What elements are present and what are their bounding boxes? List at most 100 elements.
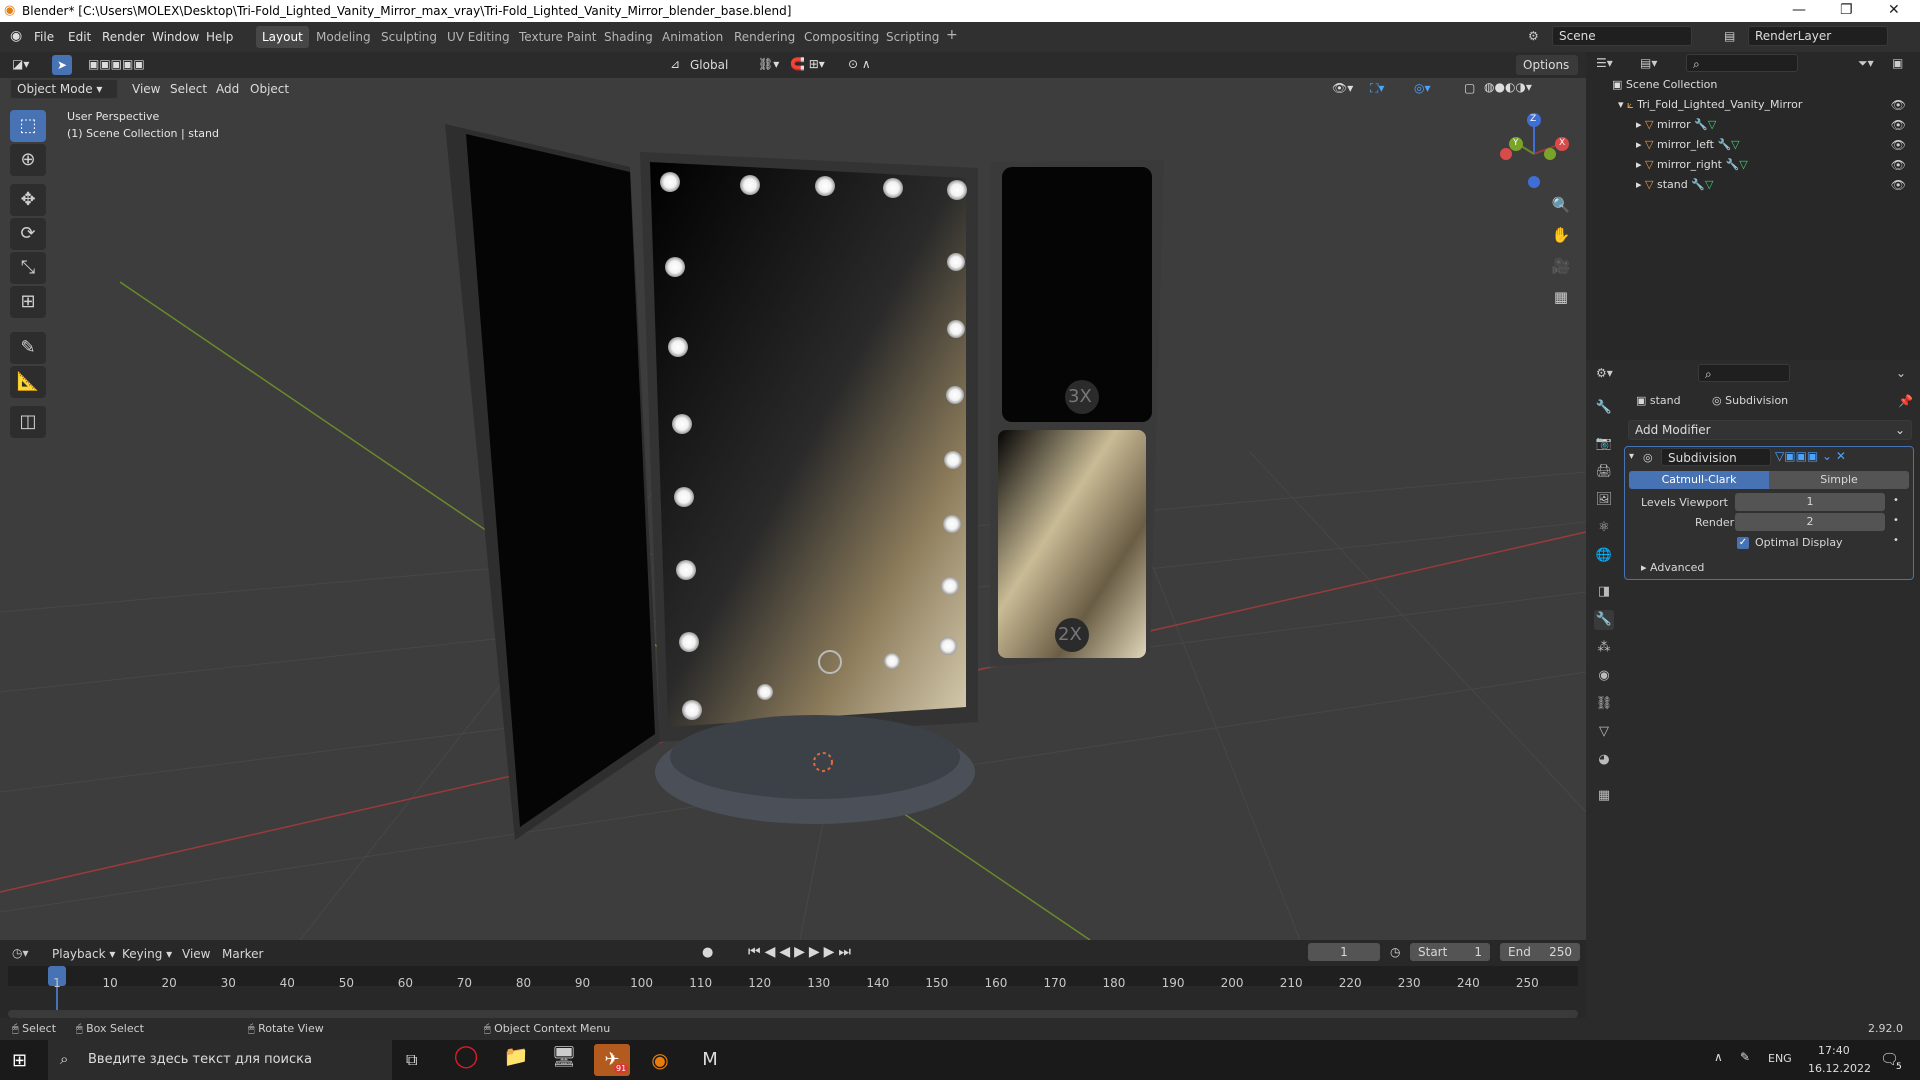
menu-window[interactable]: Window [152, 30, 199, 44]
add-workspace-icon[interactable]: + [946, 27, 958, 43]
properties-search[interactable]: ⌕ [1698, 364, 1790, 382]
taskbar-search-box[interactable]: ⌕ Введите здесь текст для поиска [48, 1040, 392, 1080]
start-frame-field[interactable]: Start 1 [1410, 943, 1490, 961]
menu-file[interactable]: File [34, 30, 54, 44]
annotate-tool[interactable]: ✎ [10, 332, 46, 364]
tab-compositing[interactable]: Compositing [804, 30, 879, 44]
eye-icon[interactable]: 👁 [1891, 178, 1906, 192]
collapse-icon[interactable]: ⌄ [1896, 366, 1906, 380]
timeline-scrollbar[interactable] [8, 1010, 1578, 1018]
pan-hand-icon[interactable]: ✋ [1548, 222, 1574, 248]
end-frame-field[interactable]: End 250 [1500, 943, 1580, 961]
constraints-tab-icon[interactable]: ⛓ [1594, 694, 1614, 714]
menu-select[interactable]: Select [170, 82, 207, 96]
overlay-toggle-icon[interactable]: ◎▾ [1414, 81, 1431, 95]
minimize-icon[interactable]: — [1792, 2, 1806, 18]
tab-layout[interactable]: Layout [256, 26, 309, 48]
tab-sculpting[interactable]: Sculpting [381, 30, 437, 44]
modifier-toggle-icons[interactable]: ▽▣▣▣ ⌄ ✕ [1775, 449, 1846, 463]
tool-tab-icon[interactable]: 🔧 [1594, 398, 1614, 418]
zoom-icon[interactable]: 🔍 [1548, 192, 1574, 218]
menu-timeline-view[interactable]: View [182, 947, 210, 961]
file-explorer-icon[interactable]: 📁 [498, 1044, 534, 1076]
object-tab-icon[interactable]: ◨ [1594, 582, 1614, 602]
select-mode-icon[interactable]: ➤ [52, 55, 72, 75]
clock-date[interactable]: 16.12.2022 [1808, 1062, 1871, 1075]
filter-icon[interactable]: ⏷▾ [1858, 56, 1874, 71]
tab-animation[interactable]: Animation [662, 30, 723, 44]
3d-viewport[interactable]: 3X 2X [0, 52, 1586, 940]
mode-dropdown[interactable]: Object Mode ▾ [10, 79, 118, 99]
gizmo-toggle-icon[interactable]: ⛶▾ [1370, 81, 1384, 96]
clock-time[interactable]: 17:40 [1818, 1044, 1850, 1057]
outliner-item-mirror-left[interactable]: ▸ ▽ mirror_left 🔧▽ [1636, 138, 1740, 151]
snap-icon[interactable]: 🧲 ⊞▾ [790, 57, 825, 71]
modifier-tab-icon[interactable]: 🔧 [1594, 610, 1614, 630]
outliner-search[interactable]: ⌕ [1686, 54, 1798, 72]
modifier-name-field[interactable]: Subdivision [1661, 448, 1771, 466]
tab-texture-paint[interactable]: Texture Paint [519, 30, 596, 44]
menu-marker[interactable]: Marker [222, 947, 263, 961]
physics-tab-icon[interactable]: ◉ [1594, 666, 1614, 686]
playback-controls[interactable]: ⏮◀◀▶▶▶⏭ [748, 944, 855, 960]
eye-icon[interactable]: 👁 [1891, 138, 1906, 152]
keyframe-dot-icon[interactable]: • [1893, 535, 1899, 546]
measure-tool[interactable]: 📐 [10, 366, 46, 398]
advanced-panel-toggle[interactable]: ▸ Advanced [1641, 561, 1704, 574]
tab-rendering[interactable]: Rendering [734, 30, 795, 44]
transform-tool[interactable]: ⊞ [10, 286, 46, 318]
render-tab-icon[interactable]: 📷 [1594, 434, 1614, 454]
blender-menu-icon[interactable]: ◉ [10, 28, 22, 44]
record-icon[interactable]: ● [702, 945, 713, 960]
simple-tab[interactable]: Simple [1769, 471, 1909, 489]
network-icon[interactable]: ✎ [1740, 1050, 1750, 1064]
menu-view[interactable]: View [132, 82, 160, 96]
grid-perspective-icon[interactable]: ▦ [1548, 284, 1574, 310]
keyframe-dot-icon[interactable]: • [1893, 515, 1899, 526]
tab-scripting[interactable]: Scripting [886, 30, 939, 44]
data-tab-icon[interactable]: ▽ [1594, 722, 1614, 742]
proportional-edit-icon[interactable]: ⊙ ∧ [848, 57, 871, 71]
menu-help[interactable]: Help [206, 30, 233, 44]
selection-modes-icon[interactable]: ▣▣▣▣▣ [88, 57, 145, 71]
keyframe-dot-icon[interactable]: • [1893, 495, 1899, 506]
scene-tab-icon[interactable]: ⚛ [1594, 518, 1614, 538]
material-tab-icon[interactable]: ◕ [1594, 750, 1614, 770]
language-indicator[interactable]: ENG [1768, 1052, 1792, 1065]
pivot-icon[interactable]: ⛓▾ [758, 57, 779, 71]
add-modifier-dropdown[interactable]: Add Modifier ⌄ [1628, 420, 1912, 440]
render-layer-icon[interactable]: ▤ [1724, 29, 1735, 43]
menu-playback[interactable]: Playback ▾ [52, 947, 115, 961]
options-button[interactable]: Options [1516, 55, 1578, 75]
move-tool[interactable]: ✥ [10, 184, 46, 216]
camera-icon[interactable]: 🎥 [1548, 253, 1574, 279]
output-tab-icon[interactable]: 🖨 [1594, 462, 1614, 482]
app-icon[interactable]: 🖥 [546, 1044, 582, 1076]
outliner-collection[interactable]: ▾ ⟀ Tri_Fold_Lighted_Vanity_Mirror [1618, 98, 1802, 112]
outliner-item-stand[interactable]: ▸ ▽ stand 🔧▽ [1636, 178, 1713, 191]
outliner-scene-collection[interactable]: ▣ Scene Collection [1612, 78, 1717, 91]
collapse-modifier-icon[interactable]: ▾ [1629, 451, 1634, 462]
pin-icon[interactable]: 📌 [1898, 394, 1913, 408]
properties-editor-icon[interactable]: ⚙▾ [1596, 366, 1613, 380]
outliner-editor-icon[interactable]: ☰▾ [1596, 56, 1613, 70]
catmull-clark-tab[interactable]: Catmull-Clark [1629, 471, 1769, 489]
rotate-tool[interactable]: ⟳ [10, 218, 46, 250]
render-levels-field[interactable]: 2 [1735, 513, 1885, 531]
menu-render[interactable]: Render [102, 30, 145, 44]
new-collection-icon[interactable]: ▣ [1892, 56, 1903, 70]
world-tab-icon[interactable]: 🌐 [1594, 546, 1614, 566]
timeline-editor-icon[interactable]: ◷▾ [12, 946, 29, 960]
scene-field[interactable]: Scene [1552, 26, 1692, 46]
menu-object[interactable]: Object [250, 82, 289, 96]
levels-viewport-field[interactable]: 1 [1735, 493, 1885, 511]
opera-icon[interactable]: ◯ [448, 1044, 484, 1076]
eye-icon[interactable]: 👁 [1891, 158, 1906, 172]
transform-orientation[interactable]: Global [690, 58, 728, 72]
eye-icon[interactable]: 👁 [1891, 98, 1906, 112]
windows-start-icon[interactable]: ⊞ [12, 1050, 27, 1071]
outliner-item-mirror[interactable]: ▸ ▽ mirror 🔧▽ [1636, 118, 1716, 131]
particles-tab-icon[interactable]: ⁂ [1594, 638, 1614, 658]
tab-modeling[interactable]: Modeling [316, 30, 371, 44]
3dsmax-icon[interactable]: M [692, 1044, 728, 1076]
